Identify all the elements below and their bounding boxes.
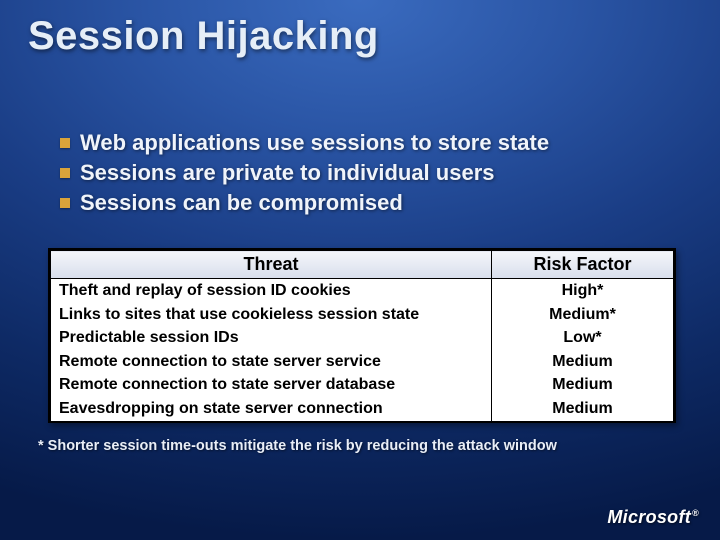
- cell-threat: Eavesdropping on state server connection: [51, 397, 492, 421]
- cell-threat: Remote connection to state server servic…: [51, 350, 492, 374]
- footnote: * Shorter session time-outs mitigate the…: [38, 438, 557, 454]
- cell-threat: Theft and replay of session ID cookies: [51, 279, 492, 303]
- table-row: Remote connection to state server databa…: [51, 373, 674, 397]
- cell-risk: Low*: [492, 326, 674, 350]
- table-row: Theft and replay of session ID cookies H…: [51, 279, 674, 303]
- cell-risk: Medium*: [492, 303, 674, 327]
- bullet-text: Sessions are private to individual users: [80, 160, 495, 186]
- cell-risk: High*: [492, 279, 674, 303]
- table-row: Links to sites that use cookieless sessi…: [51, 303, 674, 327]
- cell-risk: Medium: [492, 397, 674, 421]
- bullet-marker-icon: [60, 138, 70, 148]
- table-row: Eavesdropping on state server connection…: [51, 397, 674, 421]
- microsoft-logo: Microsoft®: [607, 507, 698, 528]
- bullet-item: Sessions can be compromised: [60, 190, 680, 216]
- bullet-item: Web applications use sessions to store s…: [60, 130, 680, 156]
- table-header-row: Threat Risk Factor: [51, 251, 674, 279]
- table-row: Predictable session IDs Low*: [51, 326, 674, 350]
- cell-risk: Medium: [492, 373, 674, 397]
- registered-icon: ®: [692, 508, 699, 518]
- header-risk: Risk Factor: [492, 251, 674, 279]
- bullet-list: Web applications use sessions to store s…: [60, 130, 680, 220]
- logo-text: Microsoft: [607, 507, 691, 527]
- cell-risk: Medium: [492, 350, 674, 374]
- bullet-marker-icon: [60, 168, 70, 178]
- bullet-item: Sessions are private to individual users: [60, 160, 680, 186]
- cell-threat: Predictable session IDs: [51, 326, 492, 350]
- bullet-marker-icon: [60, 198, 70, 208]
- bullet-text: Sessions can be compromised: [80, 190, 403, 216]
- slide-title: Session Hijacking: [28, 14, 379, 59]
- cell-threat: Links to sites that use cookieless sessi…: [51, 303, 492, 327]
- table: Threat Risk Factor Theft and replay of s…: [50, 250, 674, 421]
- table-row: Remote connection to state server servic…: [51, 350, 674, 374]
- threat-table: Threat Risk Factor Theft and replay of s…: [48, 248, 676, 423]
- cell-threat: Remote connection to state server databa…: [51, 373, 492, 397]
- slide: Session Hijacking Web applications use s…: [0, 0, 720, 540]
- header-threat: Threat: [51, 251, 492, 279]
- bullet-text: Web applications use sessions to store s…: [80, 130, 549, 156]
